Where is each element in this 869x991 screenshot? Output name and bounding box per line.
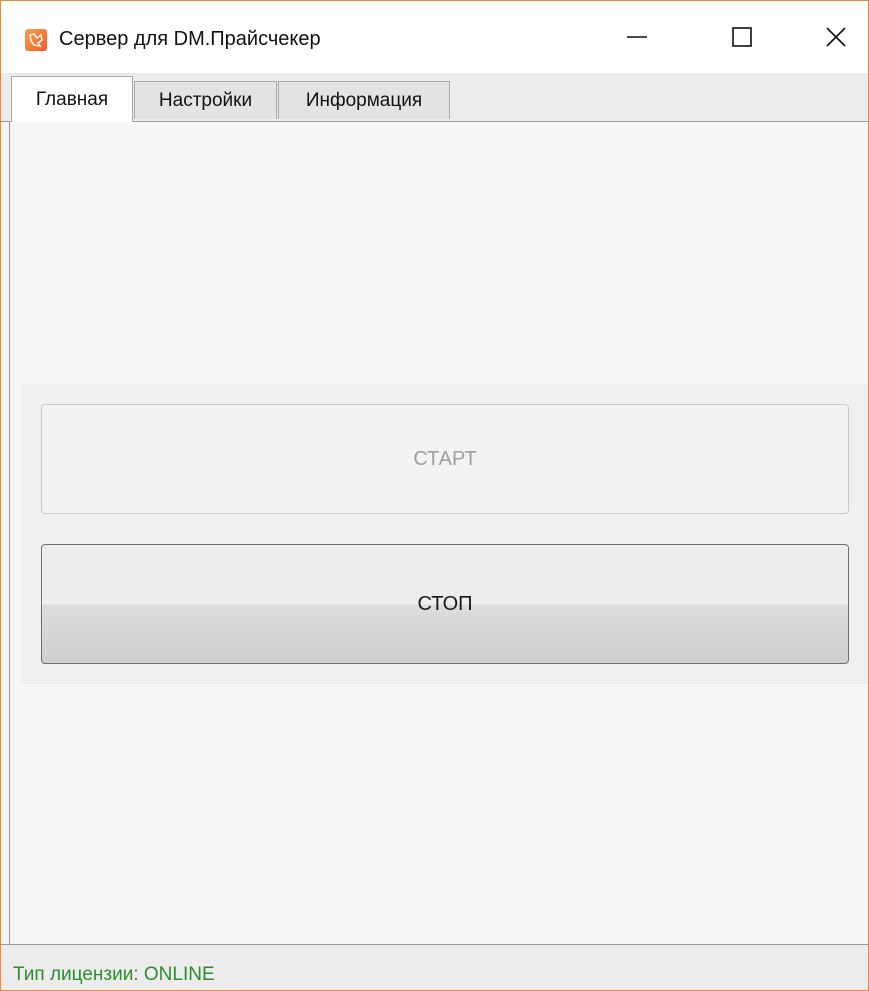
tab-settings-label: Настройки <box>158 89 253 111</box>
start-button[interactable]: СТАРТ <box>41 404 849 514</box>
app-logo-icon <box>25 29 47 51</box>
window-title: Сервер для DM.Прайсчекер <box>59 28 321 50</box>
app-window: Сервер для DM.Прайсчекер Главная Настрой… <box>0 0 869 991</box>
stop-button[interactable]: СТОП <box>41 544 849 664</box>
minimize-button[interactable] <box>591 1 683 73</box>
status-bar: Тип лицензии: ONLINE <box>1 944 868 990</box>
control-panel: СТАРТ СТОП <box>21 384 868 684</box>
main-tab-content: СТАРТ СТОП <box>10 122 868 943</box>
maximize-button[interactable] <box>696 1 788 73</box>
maximize-icon <box>732 27 752 47</box>
license-status: Тип лицензии: ONLINE <box>13 964 215 985</box>
close-button[interactable] <box>790 1 868 73</box>
close-icon <box>826 27 846 47</box>
tab-settings[interactable]: Настройки <box>134 81 277 119</box>
tab-information[interactable]: Информация <box>278 81 450 119</box>
tab-strip: Главная Настройки Информация <box>1 73 868 122</box>
minimize-icon <box>627 36 647 38</box>
tab-main-label: Главная <box>35 88 109 110</box>
tab-information-label: Информация <box>305 89 423 111</box>
stop-button-label: СТОП <box>417 592 473 615</box>
title-bar[interactable]: Сервер для DM.Прайсчекер <box>1 1 868 73</box>
start-button-label: СТАРТ <box>413 447 477 470</box>
tab-main[interactable]: Главная <box>11 76 133 122</box>
